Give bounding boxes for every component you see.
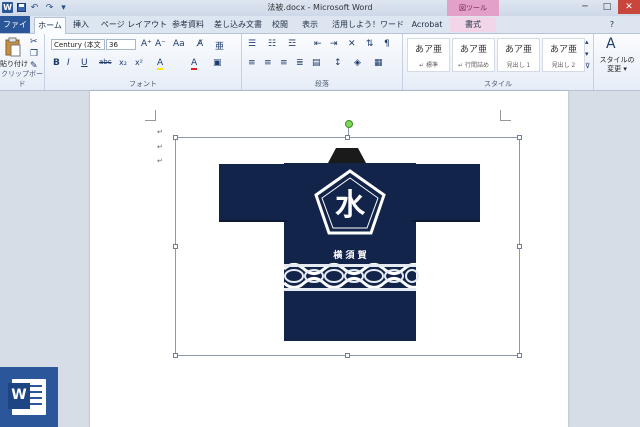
resize-handle-ne[interactable] [517, 135, 522, 140]
word-logo-badge: W [0, 367, 58, 427]
subscript-button[interactable]: x₂ [119, 58, 127, 67]
justify-icon[interactable]: ≣ [296, 58, 304, 68]
selected-image[interactable]: 水 横 須 賀 [173, 135, 522, 358]
font-group-label: フォント [129, 80, 157, 88]
minimize-button[interactable]: ─ [574, 0, 596, 14]
resize-handle-nw[interactable] [173, 135, 178, 140]
align-left-icon[interactable]: ≡ [248, 58, 256, 68]
paragraph-group: ☰ ☷ ☲ ⇤ ⇥ ✕ ⇅ ¶ ≡ ≡ ≡ ≣ ▤ ↕ ◈ ▦ 段落 [242, 34, 403, 90]
multilevel-list-icon[interactable]: ☲ [288, 39, 296, 49]
ribbon: 貼り付け ✂ ❐ ✎ クリップボード Century (本文 36 A⁺ A⁻ … [0, 34, 640, 91]
grow-font-icon[interactable]: A⁺ [141, 39, 152, 49]
title-bar: W ↶ ↷ ▾ 法被.docx - Microsoft Word 図ツール ─ … [0, 0, 640, 16]
strikethrough-button[interactable]: abc [99, 58, 112, 66]
margin-mark-right [500, 110, 511, 121]
copy-icon[interactable]: ❐ [30, 49, 38, 59]
maximize-button[interactable]: □ [596, 0, 618, 14]
resize-handle-n[interactable] [345, 135, 350, 140]
style-heading-2[interactable]: あア亜 見出し 2 [542, 38, 585, 72]
italic-button[interactable]: I [67, 58, 70, 68]
tab-format[interactable]: 書式 [450, 17, 496, 32]
styles-group-label: スタイル [484, 80, 512, 88]
tab-insert[interactable]: 挿入 [68, 17, 94, 32]
resize-handle-e[interactable] [517, 244, 522, 249]
tab-review[interactable]: 校閲 [268, 17, 292, 32]
shading-icon[interactable]: ◈ [354, 58, 361, 68]
tab-page-layout[interactable]: ページ レイアウト [100, 17, 168, 32]
paragraph-group-label: 段落 [315, 80, 329, 88]
styles-group: あア亜 ↵ 標準 あア亜 ↵ 行間詰め あア亜 見出し 1 あア亜 見出し 2 … [403, 34, 594, 90]
styles-more-icon[interactable]: ⊽ [585, 62, 590, 70]
decrease-indent-icon[interactable]: ⇤ [314, 39, 322, 49]
resize-handle-sw[interactable] [173, 353, 178, 358]
tab-home[interactable]: ホーム [34, 17, 66, 34]
align-right-icon[interactable]: ≡ [280, 58, 288, 68]
line-spacing-icon[interactable]: ↕ [334, 58, 342, 68]
cut-icon[interactable]: ✂ [30, 37, 38, 47]
clear-formatting-icon[interactable]: A̸ [197, 39, 203, 49]
styles-scroll-down-icon[interactable]: ▾ [585, 50, 589, 58]
distributed-icon[interactable]: ▤ [312, 58, 321, 68]
paragraph-mark: ↵ [157, 157, 163, 165]
shrink-font-icon[interactable]: A⁻ [155, 39, 166, 49]
bullets-icon[interactable]: ☰ [248, 39, 256, 49]
resize-handle-se[interactable] [517, 353, 522, 358]
window-title: 法被.docx - Microsoft Word [267, 3, 373, 12]
emblem-character: 水 [335, 188, 365, 223]
tab-word-tips[interactable]: 活用しよう！ワード [330, 17, 406, 32]
font-group: Century (本文 36 A⁺ A⁻ Aa A̸ 亜 B I U abc x… [45, 34, 242, 90]
show-marks-icon[interactable]: ¶ [384, 39, 390, 49]
clipboard-group-label: クリップボード [1, 70, 43, 88]
character-shading-icon[interactable]: ▣ [213, 58, 222, 68]
align-center-icon[interactable]: ≡ [264, 58, 272, 68]
underline-button[interactable]: U [81, 58, 88, 68]
highlight-color-button[interactable]: A [157, 58, 164, 70]
sort-icon[interactable]: ⇅ [366, 39, 374, 49]
ribbon-tab-row: ファイル ホーム 挿入 ページ レイアウト 参考資料 差し込み文書 校閲 表示 … [0, 16, 640, 46]
tab-view[interactable]: 表示 [298, 17, 322, 32]
tab-references[interactable]: 参考資料 [170, 17, 206, 32]
font-size-select[interactable]: 36 [106, 39, 136, 50]
numbering-icon[interactable]: ☷ [268, 39, 276, 49]
resize-handle-w[interactable] [173, 244, 178, 249]
happi-coat-image [219, 148, 480, 341]
tab-file[interactable]: ファイル [0, 16, 30, 46]
paste-icon[interactable] [4, 37, 22, 57]
resize-handle-s[interactable] [345, 353, 350, 358]
asian-layout-icon[interactable]: ✕ [348, 39, 356, 49]
change-case-icon[interactable]: Aa [173, 39, 185, 49]
clipboard-group: 貼り付け ✂ ❐ ✎ クリップボード [0, 34, 45, 90]
word-logo-letter: W [11, 387, 27, 403]
style-normal[interactable]: あア亜 ↵ 標準 [407, 38, 450, 72]
name-text: 横 須 賀 [333, 251, 367, 261]
bold-button[interactable]: B [53, 58, 60, 68]
margin-mark-left [145, 110, 156, 121]
font-family-select[interactable]: Century (本文 [51, 39, 105, 50]
tab-mailings[interactable]: 差し込み文書 [212, 17, 264, 32]
font-color-button[interactable]: A [191, 58, 198, 70]
increase-indent-icon[interactable]: ⇥ [330, 39, 338, 49]
change-styles-label-2[interactable]: 変更 ▾ [594, 64, 640, 74]
styles-scroll-up-icon[interactable]: ▴ [585, 38, 589, 46]
tab-acrobat[interactable]: Acrobat [408, 17, 446, 32]
style-no-spacing[interactable]: あア亜 ↵ 行間詰め [452, 38, 495, 72]
picture-tools-context-label: 図ツール [447, 0, 499, 16]
style-heading-1[interactable]: あア亜 見出し 1 [497, 38, 540, 72]
change-styles-icon[interactable]: A [606, 36, 616, 52]
paragraph-mark: ↵ [157, 128, 163, 136]
phonetic-guide-icon[interactable]: 亜 [215, 39, 224, 52]
paragraph-mark: ↵ [157, 143, 163, 151]
close-button[interactable]: ✕ [618, 0, 640, 14]
superscript-button[interactable]: x² [135, 58, 143, 67]
change-styles-group: A スタイルの 変更 ▾ [594, 34, 640, 90]
borders-icon[interactable]: ▦ [374, 58, 383, 68]
paste-button-label[interactable]: 貼り付け [0, 59, 28, 69]
rotation-handle[interactable] [345, 120, 353, 128]
help-icon[interactable]: ? [606, 17, 618, 32]
